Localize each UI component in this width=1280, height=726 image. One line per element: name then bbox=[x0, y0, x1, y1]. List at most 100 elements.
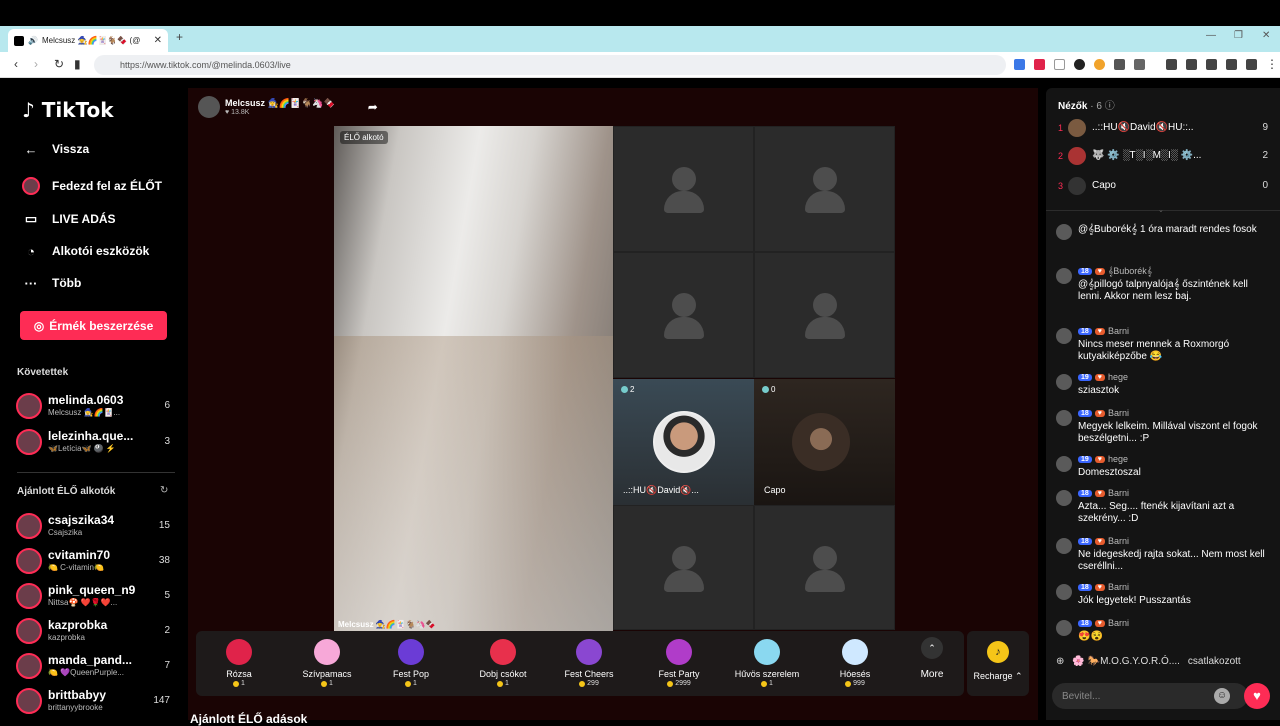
info-icon[interactable]: ⓘ bbox=[1105, 101, 1115, 112]
avatar[interactable] bbox=[1056, 538, 1072, 554]
avatar[interactable] bbox=[1056, 224, 1072, 240]
gift-name: Fest Party bbox=[658, 669, 700, 679]
recommended-creator[interactable]: brittbabyy brittanyybrooke 147 bbox=[16, 686, 176, 718]
avatar[interactable] bbox=[1056, 374, 1072, 390]
chevron-down-icon[interactable]: ⌄ bbox=[1158, 206, 1164, 214]
back-icon[interactable]: ‹ bbox=[14, 57, 18, 71]
recommended-creator[interactable]: csajszika34 Csajszika 15 bbox=[16, 511, 176, 543]
gift-item[interactable]: Fest Party 2999 bbox=[636, 635, 722, 693]
chat-username[interactable]: 𝄞Buborék𝄞 bbox=[1108, 266, 1152, 277]
creator-tools-nav-item[interactable]: ◔ Alkotói eszközök bbox=[22, 242, 149, 260]
get-coins-button[interactable]: ◎ Érmék beszerzése bbox=[20, 311, 167, 340]
new-tab-button[interactable]: + bbox=[176, 30, 183, 44]
following-creator[interactable]: lelezinha.que... 🦋Letícia🦋 🎱 ⚡ 3 bbox=[16, 427, 176, 459]
extension-circle-icon[interactable] bbox=[1074, 59, 1085, 70]
chat-username[interactable]: Barni bbox=[1108, 408, 1129, 418]
gift-item[interactable]: Hűvös szerelem 1 bbox=[724, 635, 810, 693]
empty-seat[interactable] bbox=[613, 505, 754, 630]
gift-item[interactable]: Dobj csókot 1 bbox=[460, 635, 546, 693]
emoji-icon[interactable]: ☺ bbox=[1214, 688, 1230, 704]
viewer-row[interactable]: 2 🐺 ⚙️ ░T░I░M░I░ ⚙️... 2 bbox=[1056, 146, 1270, 168]
avatar[interactable] bbox=[1056, 410, 1072, 426]
explore-live-nav-item[interactable]: Fedezd fel az ÉLŐT bbox=[22, 177, 162, 195]
puzzle-icon[interactable] bbox=[1134, 59, 1145, 70]
heart-button[interactable]: ♥ bbox=[1244, 683, 1270, 709]
chat-username[interactable]: Barni bbox=[1108, 326, 1129, 336]
host-name: Melcsusz 🧙‍♀️🌈🃏🐐🦄🍫 bbox=[225, 98, 335, 108]
join-name: 🌸 🐎M.O.G.Y.O.R.Ó.... bbox=[1072, 656, 1180, 667]
following-creator[interactable]: melinda.0603 Melcsusz 🧙‍♀️🌈🃏... 6 bbox=[16, 391, 176, 423]
menu-icon[interactable]: ⋮ bbox=[1266, 57, 1278, 71]
minimize-button[interactable]: — bbox=[1206, 30, 1216, 41]
restore-button[interactable]: ❐ bbox=[1234, 30, 1243, 41]
avatar[interactable] bbox=[1056, 620, 1072, 636]
window-close-button[interactable]: ✕ bbox=[1262, 30, 1270, 41]
gift-item[interactable]: Szívpamacs 1 bbox=[284, 635, 370, 693]
forward-icon[interactable]: › bbox=[34, 57, 38, 71]
chat-username[interactable]: Barni bbox=[1108, 582, 1129, 592]
extension-gear-icon[interactable] bbox=[1114, 59, 1125, 70]
avatar[interactable] bbox=[1056, 490, 1072, 506]
speaker-icon[interactable]: 🔊 bbox=[28, 36, 38, 45]
more-label: More bbox=[920, 669, 944, 680]
sidebar-icon[interactable] bbox=[1186, 59, 1197, 70]
chat-username[interactable]: Barni bbox=[1108, 488, 1129, 498]
avatar[interactable] bbox=[1056, 584, 1072, 600]
guest-seat[interactable]: 2 ..::HU🔇David🔇... bbox=[613, 379, 754, 505]
gift-item[interactable]: Fest Cheers 299 bbox=[546, 635, 632, 693]
address-bar[interactable]: https://www.tiktok.com/@melinda.0603/liv… bbox=[94, 55, 1006, 75]
recharge-button[interactable]: ♪ Recharge ⌃ bbox=[967, 631, 1029, 696]
tab-close-icon[interactable]: ✕ bbox=[154, 35, 162, 46]
empty-seat[interactable] bbox=[754, 505, 895, 630]
share-icon[interactable]: ➦ bbox=[368, 100, 378, 114]
gift-item[interactable]: Rózsa 1 bbox=[196, 635, 282, 693]
reload-icon[interactable]: ↻ bbox=[54, 57, 64, 71]
more-nav-item[interactable]: ··· Több bbox=[22, 274, 82, 292]
avatar[interactable] bbox=[1056, 328, 1072, 344]
level-badge: 18 bbox=[1078, 489, 1092, 497]
host-video[interactable]: ÉLŐ alkotó Melcsusz 🧙‍♀️🌈🃏🐐🦄🍫 bbox=[334, 126, 613, 631]
viewer-row[interactable]: 1 ..::HU🔇David🔇HU::.. 9 bbox=[1056, 118, 1270, 140]
extension-x-icon[interactable] bbox=[1034, 59, 1045, 70]
empty-seat[interactable] bbox=[613, 252, 754, 378]
lightbulb-icon: ◔ bbox=[27, 243, 35, 259]
empty-seat[interactable] bbox=[754, 126, 895, 252]
person-icon bbox=[813, 167, 837, 191]
tiktok-logo[interactable]: ♪ TikTok bbox=[22, 98, 114, 122]
empty-seat[interactable] bbox=[613, 126, 754, 252]
chat-username[interactable]: Barni bbox=[1108, 618, 1129, 628]
empty-seat[interactable] bbox=[754, 252, 895, 378]
gift-icon bbox=[490, 639, 516, 665]
live-adas-nav-item[interactable]: ▭ LIVE ADÁS bbox=[22, 210, 116, 228]
translate-icon[interactable] bbox=[1014, 59, 1025, 70]
refresh-icon[interactable]: ↻ bbox=[160, 485, 168, 496]
back-nav-item[interactable]: ← Vissza bbox=[22, 140, 90, 158]
recommended-creator[interactable]: kazprobka kazprobka 2 bbox=[16, 616, 176, 648]
avatar[interactable] bbox=[1056, 268, 1072, 284]
more-gifts-button[interactable]: ⌃ More bbox=[912, 637, 952, 680]
recommended-creator[interactable]: cvitamin70 🍋 C-vitamin🍋 38 bbox=[16, 546, 176, 578]
person-icon bbox=[672, 293, 696, 317]
chat-username[interactable]: hege bbox=[1108, 372, 1128, 382]
recommended-creator[interactable]: manda_pand... 🍋 💜QueenPurple... 7 bbox=[16, 651, 176, 683]
shield-icon[interactable] bbox=[1246, 59, 1257, 70]
recommended-creator[interactable]: pink_queen_n9 Nittsa🍄 ❤️🌹❤️... 5 bbox=[16, 581, 176, 613]
viewer-row[interactable]: 3 Capo 0 bbox=[1056, 176, 1270, 198]
browser-tab[interactable]: 🔊 Melcsusz 🧙‍♀️🌈🃏🐐🍫 (@ ✕ bbox=[8, 29, 168, 52]
download-icon[interactable] bbox=[1226, 59, 1237, 70]
host-header[interactable]: Melcsusz 🧙‍♀️🌈🃏🐐🦄🍫 ♥ 13.8K ➦ bbox=[198, 96, 378, 118]
extension-orange-icon[interactable] bbox=[1094, 59, 1105, 70]
avatar[interactable] bbox=[1056, 456, 1072, 472]
join-icon: ⊕ bbox=[1056, 656, 1065, 667]
wallet-icon[interactable] bbox=[1206, 59, 1217, 70]
hls-extension-icon[interactable] bbox=[1054, 59, 1065, 70]
person-body bbox=[664, 317, 704, 339]
chat-username[interactable]: hege bbox=[1108, 454, 1128, 464]
bookmark-icon[interactable]: ▮ bbox=[74, 57, 81, 71]
gift-item[interactable]: Hóesés 999 bbox=[812, 635, 898, 693]
gift-name: Fest Pop bbox=[392, 669, 430, 679]
gift-item[interactable]: Fest Pop 1 bbox=[368, 635, 454, 693]
music-icon[interactable] bbox=[1166, 59, 1177, 70]
chat-username[interactable]: Barni bbox=[1108, 536, 1129, 546]
guest-seat[interactable]: 0 Capo bbox=[754, 379, 895, 505]
